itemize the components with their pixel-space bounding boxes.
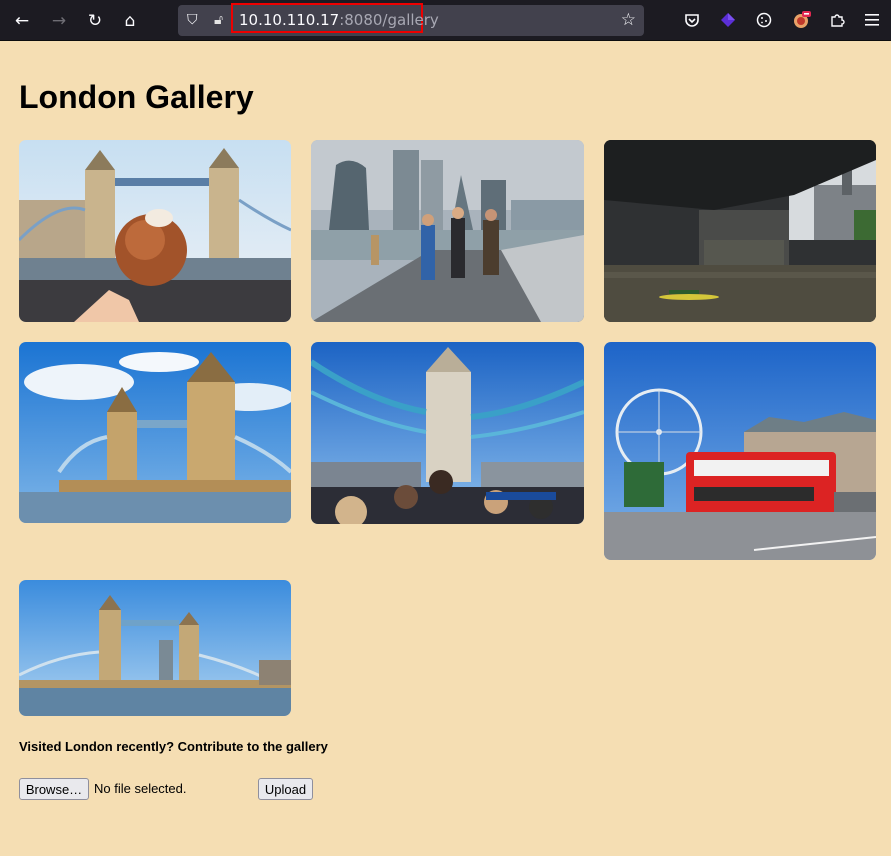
browse-button[interactable]: Browse… [19,778,89,800]
forward-arrow-icon[interactable]: → [46,8,72,34]
browser-toolbar: ← → ↻ ⌂ ⛉ 🔓︎ 10.10.110.17:8080/gallery ☆ [0,0,891,41]
home-icon[interactable]: ⌂ [117,8,143,34]
gallery-photo-city-walkway [311,140,584,322]
back-arrow-icon[interactable]: ← [9,8,35,34]
gallery-photo-under-london-bridge [604,140,876,322]
url-text[interactable]: 10.10.110.17:8080/gallery [239,11,439,29]
url-path: :8080/gallery [339,11,439,29]
contribute-prompt: Visited London recently? Contribute to t… [19,739,328,754]
hamburger-menu-icon[interactable] [860,8,884,32]
cookie-icon[interactable] [752,8,776,32]
pocket-icon[interactable] [680,8,704,32]
gallery-photo-tower-bridge-sunny [19,342,291,523]
no-file-selected-label: No file selected. [94,781,187,796]
shield-icon[interactable]: ⛉ [187,12,198,28]
gallery-photo-london-eye-bus [604,342,876,560]
gallery-photo-tower-bridge-bus [311,342,584,524]
url-host: 10.10.110.17 [239,11,340,29]
extensions-puzzle-icon[interactable] [825,8,849,32]
purple-extension-icon[interactable] [716,8,740,32]
bookmark-star-icon[interactable]: ☆ [621,10,636,30]
page-title: London Gallery [19,79,254,115]
gallery-photo-tower-bridge-wide [19,580,291,716]
reload-icon[interactable]: ↻ [82,8,108,34]
gallery-photo-tower-bridge-pastry [19,140,291,322]
badge-extension-icon[interactable] [789,8,813,32]
upload-button[interactable]: Upload [258,778,313,800]
insecure-lock-icon[interactable]: 🔓︎ [214,12,223,28]
url-bar[interactable]: ⛉ 🔓︎ 10.10.110.17:8080/gallery ☆ [178,3,644,36]
